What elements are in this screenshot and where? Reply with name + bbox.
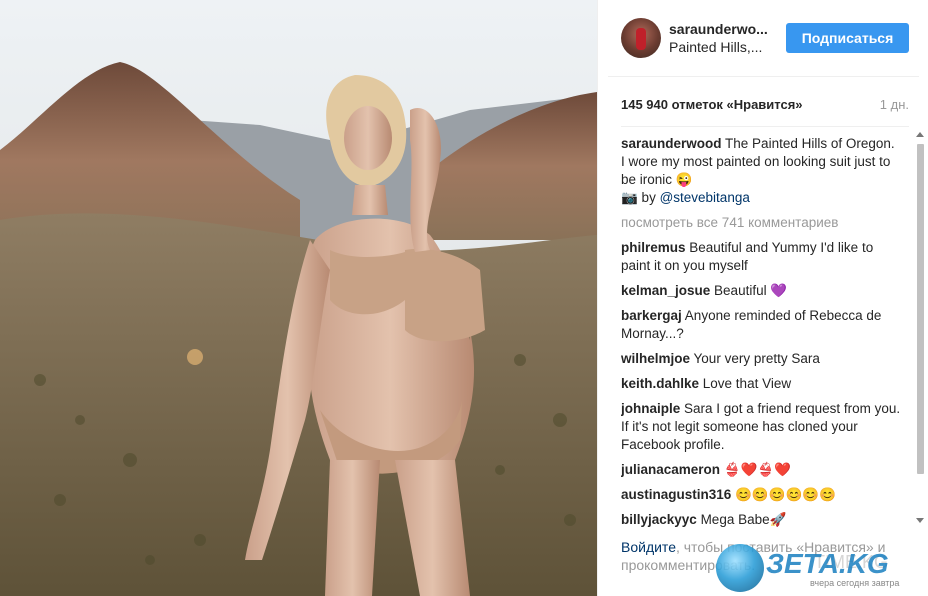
comments-list[interactable]: saraunderwood The Painted Hills of Orego… [621, 135, 901, 530]
comment-text: Love that View [699, 376, 792, 391]
arrow-down-icon[interactable] [916, 518, 924, 523]
watermark: TIME.KG ЗЕТА.KG вчера сегодня завтра [710, 540, 928, 596]
comment-text: Mega Babe🚀 [696, 512, 787, 527]
comment-username[interactable]: johnaiple [621, 401, 680, 416]
view-all-comments-link[interactable]: посмотреть все 741 комментариев [621, 214, 901, 232]
comment-text: Beautiful 💜 [710, 283, 788, 298]
caption-credit-prefix: 📷 by [621, 190, 660, 205]
post-details-panel: saraunderwo... Painted Hills,... Подписа… [597, 0, 928, 596]
post-time[interactable]: 1 дн. [880, 97, 909, 112]
likes-count[interactable]: 145 940 отметок «Нравится» [621, 97, 803, 112]
comment-text: 👙❤️👙❤️ [720, 462, 792, 477]
login-link[interactable]: Войдите [621, 539, 676, 555]
comment-username[interactable]: keith.dahlke [621, 376, 699, 391]
caption: saraunderwood The Painted Hills of Orego… [621, 135, 901, 207]
caption-username[interactable]: saraunderwood [621, 136, 722, 151]
avatar-figure [636, 28, 646, 50]
list-item: julianacameron 👙❤️👙❤️ [621, 461, 901, 479]
post-author-username[interactable]: saraunderwo... [669, 21, 781, 37]
comments-scrollbar[interactable] [914, 130, 927, 530]
list-item: billyjackyyc Mega Babe🚀 [621, 511, 901, 529]
post-header: saraunderwo... Painted Hills,... Подписа… [608, 0, 919, 77]
comment-username[interactable]: philremus [621, 240, 686, 255]
arrow-up-icon[interactable] [916, 132, 924, 137]
list-item: kelman_josue Beautiful 💜 [621, 282, 901, 300]
avatar[interactable] [621, 18, 661, 58]
watermark-logo: ЗЕТА.KG [766, 548, 889, 579]
photo-illustration [0, 0, 597, 596]
watermark-tagline: вчера сегодня завтра [810, 578, 900, 588]
globe-icon [716, 544, 764, 592]
post-photo[interactable] [0, 0, 597, 596]
list-item: philremus Beautiful and Yummy I'd like t… [621, 239, 901, 275]
comment-username[interactable]: austinagustin316 [621, 487, 731, 502]
list-item: johnaiple Sara I got a friend request fr… [621, 400, 901, 454]
list-item: austinagustin316 😊😊😊😊😊😊 [621, 486, 901, 504]
follow-button[interactable]: Подписаться [786, 23, 909, 53]
divider [621, 126, 909, 127]
comment-text: 😊😊😊😊😊😊 [731, 487, 836, 502]
comment-username[interactable]: julianacameron [621, 462, 720, 477]
caption-mention[interactable]: @stevebitanga [660, 190, 750, 205]
comment-username[interactable]: kelman_josue [621, 283, 710, 298]
scrollbar-thumb[interactable] [917, 144, 924, 474]
list-item: wilhelmjoe Your very pretty Sara [621, 350, 901, 368]
list-item: keith.dahlke Love that View [621, 375, 901, 393]
comment-text: Your very pretty Sara [690, 351, 820, 366]
likes-row: 145 940 отметок «Нравится» 1 дн. [621, 97, 909, 117]
comment-username[interactable]: barkergaj [621, 308, 682, 323]
post-location[interactable]: Painted Hills,... [669, 39, 781, 55]
comment-username[interactable]: wilhelmjoe [621, 351, 690, 366]
list-item: barkergaj Anyone reminded of Rebecca de … [621, 307, 901, 343]
comment-username[interactable]: billyjackyyc [621, 512, 697, 527]
